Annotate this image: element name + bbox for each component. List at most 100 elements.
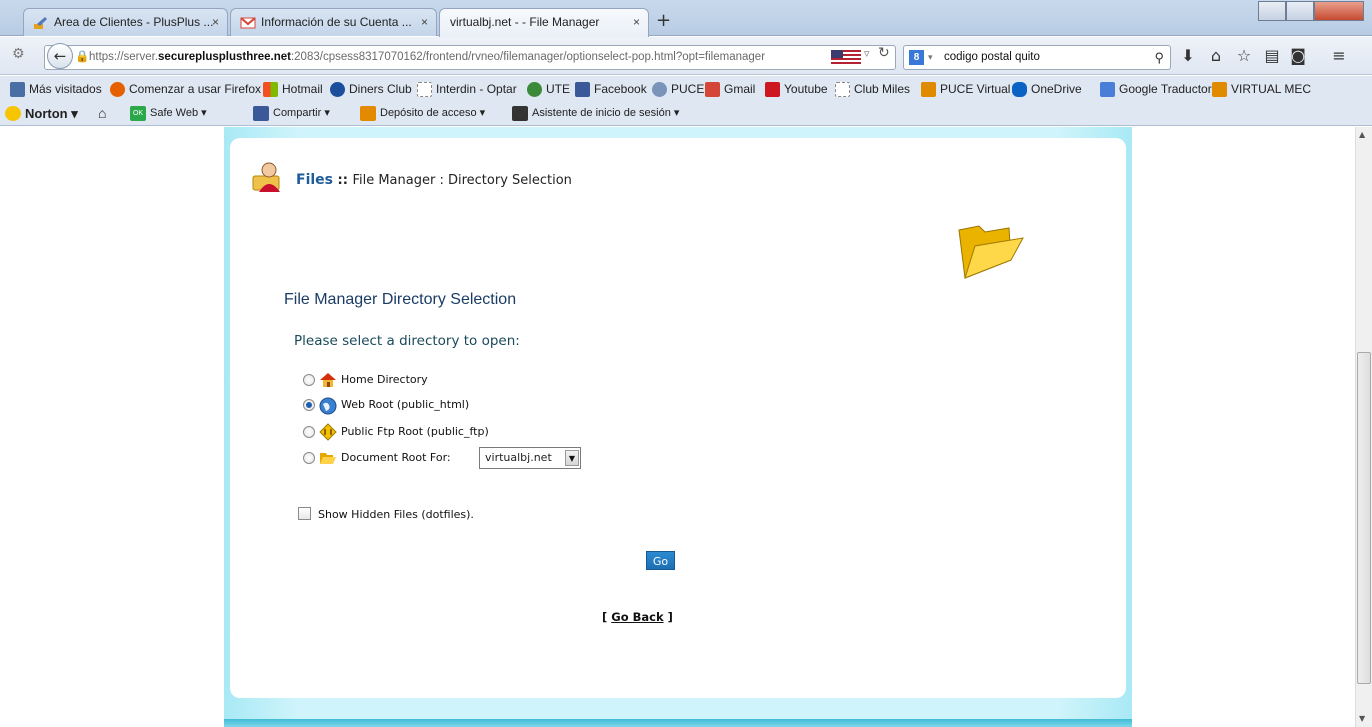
menu-icon[interactable]: ≡ (1329, 46, 1349, 65)
home-directory-label[interactable]: Home Directory (341, 373, 428, 386)
page-viewport (0, 127, 1355, 727)
bookmark-label: Facebook (594, 82, 647, 96)
norton-menu[interactable]: Norton ▾ (5, 103, 78, 124)
bookmark-label: Google Traductor (1119, 82, 1212, 96)
youtube-icon (765, 82, 780, 97)
tab-area-clientes[interactable]: Area de Clientes - PlusPlus ... × (23, 8, 228, 36)
bookmark-label: Gmail (724, 82, 756, 96)
bookmark-item[interactable]: Comenzar a usar Firefox (110, 76, 261, 102)
reading-list-icon[interactable]: ▤ (1262, 46, 1282, 65)
files-link[interactable]: Files (296, 172, 333, 188)
dropdown-arrow-icon[interactable]: ▿ (864, 47, 870, 60)
bookmark-item[interactable]: Facebook (575, 76, 647, 102)
safe-web-menu[interactable]: OK Safe Web ▾ (130, 103, 207, 124)
bookmark-item[interactable]: Youtube (765, 76, 828, 102)
tab-close-icon[interactable]: × (633, 9, 640, 35)
show-hidden-checkbox[interactable] (298, 507, 311, 520)
show-hidden-label[interactable]: Show Hidden Files (dotfiles). (318, 508, 474, 521)
site-identity-icon[interactable]: ⚙ (12, 46, 25, 62)
go-back-link[interactable]: Go Back (611, 610, 663, 624)
bookmark-label: Hotmail (282, 82, 323, 96)
home-icon[interactable]: ⌂ (98, 103, 106, 124)
bookmark-item[interactable]: Gmail (705, 76, 755, 102)
onedrive-icon (1012, 82, 1027, 97)
new-tab-button[interactable]: + (656, 12, 671, 30)
tab-close-icon[interactable]: × (421, 9, 428, 35)
close-window-button[interactable] (1314, 1, 1364, 21)
reload-icon[interactable]: ↻ (878, 45, 890, 61)
bookmark-item[interactable]: Interdin - Optar (417, 76, 517, 102)
url-host-prefix: https://server. (89, 51, 159, 63)
ok-badge-icon: OK (130, 106, 146, 121)
bookmark-item[interactable]: PUCE (652, 76, 704, 102)
moodle-icon (1212, 82, 1227, 97)
scroll-up-arrow-icon[interactable]: ▲ (1359, 130, 1365, 139)
tab-title: virtualbj.net - - File Manager (450, 15, 600, 29)
bookmark-label: PUCE Virtual (940, 82, 1011, 96)
public-ftp-radio[interactable] (303, 426, 315, 438)
public-ftp-label[interactable]: Public Ftp Root (public_ftp) (341, 425, 489, 438)
chevron-down-icon[interactable]: ▼ (565, 450, 579, 466)
bookmark-item[interactable]: Más visitados (10, 76, 102, 102)
bookmark-label: OneDrive (1031, 82, 1082, 96)
scrollbar-thumb[interactable] (1357, 352, 1371, 684)
login-assistant-menu[interactable]: Asistente de inicio de sesión ▾ (512, 103, 679, 124)
bookmark-item[interactable]: Club Miles (835, 76, 910, 102)
page-icon (417, 82, 432, 97)
tab-title: Area de Clientes - PlusPlus ... (54, 15, 214, 29)
form-icon (512, 106, 528, 121)
bookmark-item[interactable]: VIRTUAL MEC (1212, 76, 1311, 102)
bookmark-item[interactable]: UTE (527, 76, 570, 102)
gmail-icon (705, 82, 720, 97)
bookmark-item[interactable]: PUCE Virtual (921, 76, 1010, 102)
minimize-button[interactable] (1258, 1, 1286, 21)
open-folder-icon (320, 453, 336, 464)
vault-icon (360, 106, 376, 121)
document-root-radio[interactable] (303, 452, 315, 464)
magnifier-icon[interactable]: ⚲ (1154, 46, 1164, 69)
maximize-button[interactable] (1286, 1, 1314, 21)
document-root-select[interactable]: virtualbj.net ▼ (479, 447, 581, 469)
bookmark-item[interactable]: Diners Club (330, 76, 412, 102)
pencil-icon (34, 17, 47, 29)
open-folder-icon (958, 225, 1024, 279)
tab-gmail-cuenta[interactable]: Información de su Cuenta ... × (230, 8, 437, 36)
pocket-icon[interactable]: ◙ (1288, 46, 1308, 65)
download-icon[interactable]: ⬇ (1178, 46, 1198, 65)
us-flag-icon[interactable] (831, 50, 861, 64)
section-title: File Manager Directory Selection (284, 291, 517, 308)
norton-toolbar: Norton ▾ ⌂ OK Safe Web ▾ Compartir ▾ Depó… (0, 103, 1372, 126)
google-icon: 8 (909, 50, 924, 65)
moodle-icon (921, 82, 936, 97)
safe-web-label: Safe Web (150, 107, 199, 119)
tab-file-manager[interactable]: virtualbj.net - - File Manager × (439, 8, 649, 37)
bookmark-label: Diners Club (349, 82, 412, 96)
tab-strip: Area de Clientes - PlusPlus ... × Inform… (0, 0, 1372, 37)
go-button[interactable]: Go (646, 551, 675, 570)
share-menu[interactable]: Compartir ▾ (253, 103, 330, 124)
home-icon[interactable]: ⌂ (1206, 46, 1226, 65)
facebook-icon (575, 82, 590, 97)
bookmark-label: Interdin - Optar (436, 82, 517, 96)
search-input[interactable]: 8 ▾ codigo postal quito ⚲ (903, 45, 1171, 70)
home-directory-radio[interactable] (303, 374, 315, 386)
frame-bottom-bar (224, 719, 1132, 727)
tab-close-icon[interactable]: × (212, 9, 219, 35)
web-root-radio[interactable] (303, 399, 315, 411)
bookmark-label: Comenzar a usar Firefox (129, 82, 262, 96)
bookmark-item[interactable]: OneDrive (1012, 76, 1082, 102)
home-icon (320, 373, 336, 387)
norton-label: Norton (25, 106, 68, 121)
go-back-bracket-open: [ (602, 610, 612, 624)
vertical-scrollbar[interactable]: ▲ ▼ (1355, 127, 1372, 727)
star-icon[interactable]: ☆ (1234, 46, 1254, 65)
deposit-menu[interactable]: Depósito de acceso ▾ (360, 103, 485, 124)
bookmark-item[interactable]: Hotmail (263, 76, 323, 102)
url-bar[interactable]: 🔒 https://server.secureplusplusthree.net:… (44, 45, 896, 70)
web-root-label[interactable]: Web Root (public_html) (341, 398, 469, 411)
back-button[interactable]: ← (47, 43, 73, 69)
bookmark-item[interactable]: Google Traductor (1100, 76, 1212, 102)
page-icon (835, 82, 850, 97)
scroll-down-arrow-icon[interactable]: ▼ (1359, 714, 1365, 723)
document-root-label[interactable]: Document Root For: (341, 451, 451, 464)
